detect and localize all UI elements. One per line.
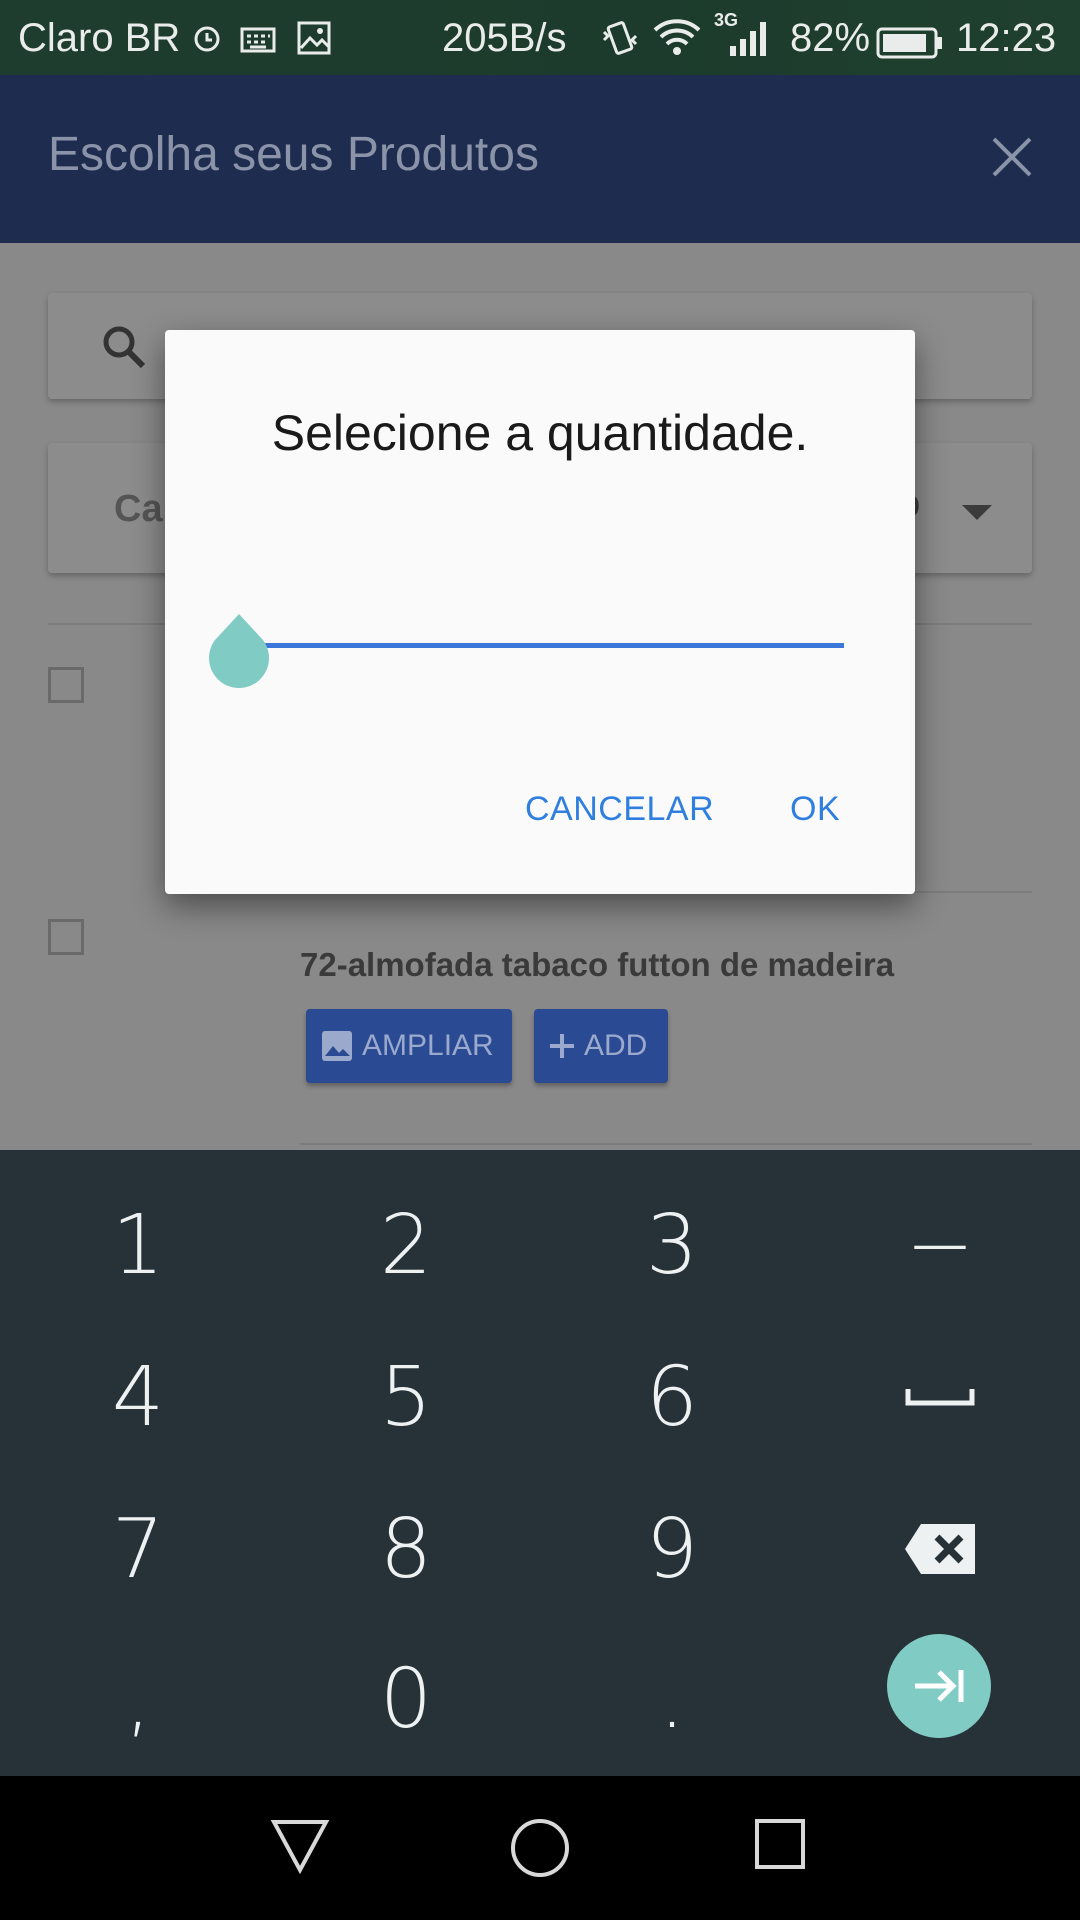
product-name: 72-almofada tabaco futton de madeira	[300, 946, 895, 983]
image-icon	[296, 20, 332, 66]
key-minus[interactable]: −	[840, 1180, 1040, 1310]
add-button[interactable]: ADD	[534, 1009, 668, 1083]
ampliar-button[interactable]: AMPLIAR	[306, 1009, 512, 1083]
recents-icon[interactable]	[754, 1818, 806, 1875]
backspace-icon	[905, 1524, 975, 1574]
key-0[interactable]: 0	[306, 1634, 506, 1764]
quantity-slider-track[interactable]	[239, 643, 844, 648]
keyboard-icon	[240, 20, 276, 65]
alarm-icon	[190, 20, 224, 65]
product-checkbox[interactable]	[48, 919, 84, 955]
next-key[interactable]	[887, 1634, 991, 1738]
key-1[interactable]: 1	[38, 1180, 238, 1310]
key-4[interactable]: 4	[38, 1332, 238, 1462]
clock: 12:23	[956, 16, 1057, 60]
ok-button[interactable]: OK	[790, 790, 840, 829]
tab-next-icon	[915, 1670, 964, 1702]
list-divider	[300, 1143, 1032, 1145]
battery-icon	[876, 24, 944, 69]
numeric-keyboard: 1 2 3 − 4 5 6 7 8 9 , 0 .	[0, 1150, 1080, 1776]
network-speed: 205B/s	[442, 16, 567, 60]
space-icon	[905, 1389, 975, 1406]
cancel-button[interactable]: CANCELAR	[525, 790, 714, 829]
key-5[interactable]: 5	[306, 1332, 506, 1462]
ampliar-label: AMPLIAR	[362, 1029, 494, 1062]
key-6[interactable]: 6	[572, 1332, 772, 1462]
wifi-icon	[652, 16, 702, 66]
close-icon[interactable]	[990, 135, 1034, 184]
chevron-down-icon	[960, 503, 994, 526]
search-icon	[100, 323, 148, 376]
key-9[interactable]: 9	[572, 1484, 772, 1614]
key-2[interactable]: 2	[306, 1180, 506, 1310]
quantity-slider-thumb[interactable]	[207, 612, 271, 693]
battery-percent: 82%	[790, 16, 871, 60]
image-icon	[320, 1029, 354, 1063]
navigation-bar	[0, 1776, 1080, 1920]
dialog-title: Selecione a quantidade.	[271, 405, 809, 461]
quantity-dialog: Selecione a quantidade. CANCELAR OK	[165, 330, 915, 894]
plus-icon	[548, 1032, 576, 1060]
key-7[interactable]: 7	[38, 1484, 238, 1614]
product-checkbox[interactable]	[48, 667, 84, 703]
carrier-name: Claro BR	[18, 16, 181, 60]
page-title: Escolha seus Produtos	[48, 128, 539, 181]
app-bar: Escolha seus Produtos	[0, 75, 1080, 243]
backspace-key[interactable]	[840, 1484, 1040, 1614]
space-key[interactable]	[840, 1332, 1040, 1462]
vibrate-icon	[600, 18, 640, 68]
home-icon[interactable]	[510, 1818, 570, 1883]
signal-icon	[728, 18, 774, 68]
add-label: ADD	[584, 1029, 648, 1062]
key-8[interactable]: 8	[306, 1484, 506, 1614]
key-comma[interactable]: ,	[38, 1634, 238, 1764]
key-period[interactable]: .	[572, 1634, 772, 1764]
key-3[interactable]: 3	[572, 1180, 772, 1310]
status-bar: Claro BR 205B/s 3G 82% 12:23	[0, 0, 1080, 75]
back-icon[interactable]	[270, 1818, 330, 1879]
filter-label: Ca	[114, 488, 163, 530]
